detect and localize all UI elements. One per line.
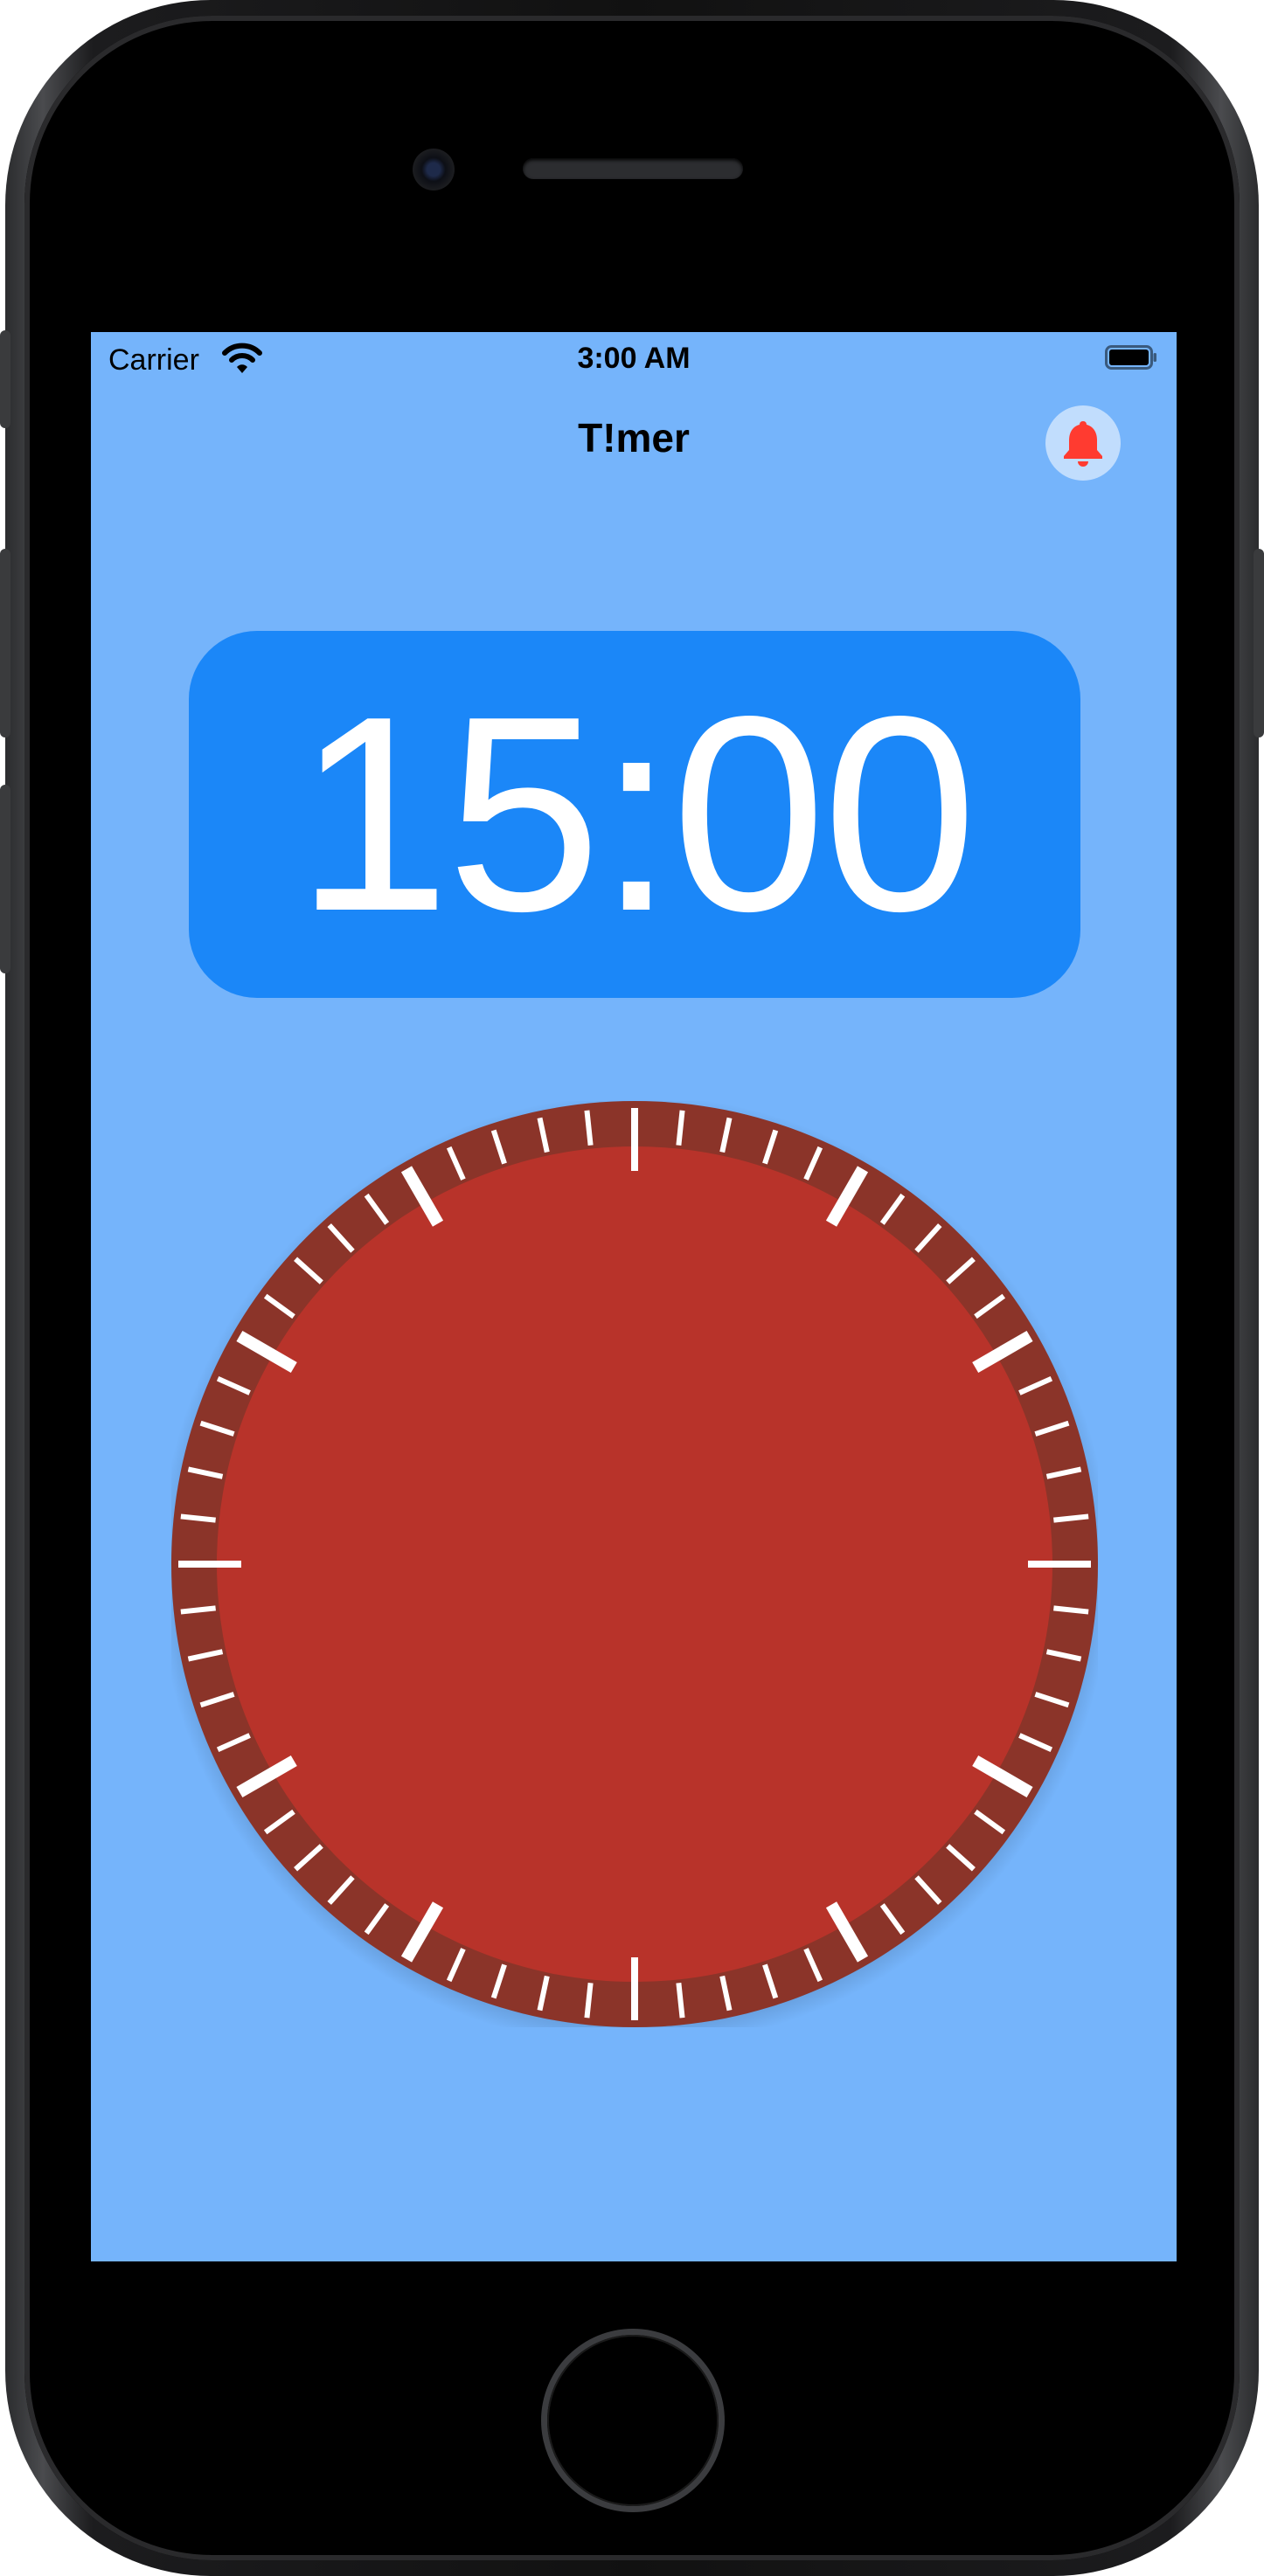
alarm-button[interactable]: [1045, 405, 1121, 481]
battery-icon: [1105, 345, 1156, 370]
silent-switch: [0, 330, 10, 428]
power-button: [1254, 549, 1264, 737]
nav-title: T!mer: [578, 415, 690, 460]
timer-dial[interactable]: [171, 1101, 1098, 2027]
dial-tick: [584, 1110, 594, 1146]
dial-tick: [584, 1983, 594, 2019]
earpiece-speaker: [523, 158, 743, 179]
dial-tick: [1053, 1605, 1089, 1615]
dial-tick: [1053, 1513, 1089, 1523]
app-screen: Carrier 3:00 AM T!mer 15:00: [91, 332, 1177, 2261]
dial-tick: [676, 1983, 685, 2019]
status-time: 3:00 AM: [577, 342, 691, 375]
dial-face: [217, 1146, 1052, 1982]
dial-tick: [180, 1513, 216, 1523]
time-display[interactable]: 15:00: [189, 631, 1080, 998]
dial-tick: [676, 1110, 685, 1146]
front-camera: [413, 149, 455, 190]
volume-down-button: [0, 785, 10, 973]
status-bar: Carrier 3:00 AM: [91, 332, 1177, 384]
dial-tick: [180, 1605, 216, 1615]
bell-icon: [1064, 421, 1102, 467]
volume-up-button: [0, 549, 10, 737]
time-text: 15:00: [295, 659, 977, 969]
home-button[interactable]: [547, 2335, 719, 2506]
